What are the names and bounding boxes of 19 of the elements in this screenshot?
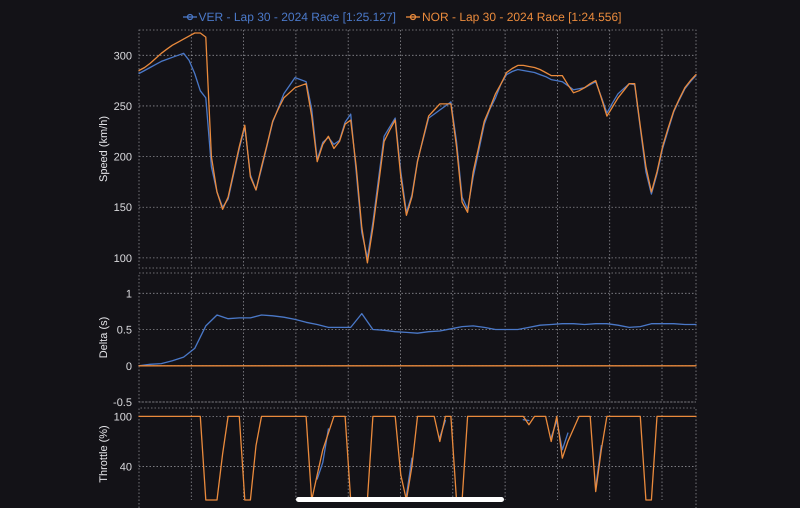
axis-title: Speed (km/h) (98, 116, 110, 182)
tick-label: 1 (126, 288, 132, 300)
tick-label: 250 (114, 100, 132, 113)
legend-label[interactable]: VER - Lap 30 - 2024 Race [1:25.127] (198, 10, 396, 24)
tick-label: -0.5 (113, 397, 132, 409)
tick-label: 40 (120, 462, 132, 474)
tick-label: 150 (114, 202, 132, 214)
tick-label: 300 (114, 50, 132, 62)
legend-label[interactable]: NOR - Lap 30 - 2024 Race [1:24.556] (422, 10, 622, 24)
tick-label: 0 (126, 360, 132, 373)
tick-label: 0.5 (116, 324, 132, 337)
tick-label: 100 (114, 411, 132, 424)
tick-label: 100 (114, 252, 132, 265)
legend-marker-icon (182, 13, 197, 21)
tick-label: 200 (114, 152, 132, 164)
axis-title: Throttle (%) (98, 425, 110, 483)
home-indicator[interactable] (296, 497, 504, 502)
axis-title: Delta (s) (98, 316, 110, 358)
legend-marker-icon (406, 13, 420, 21)
